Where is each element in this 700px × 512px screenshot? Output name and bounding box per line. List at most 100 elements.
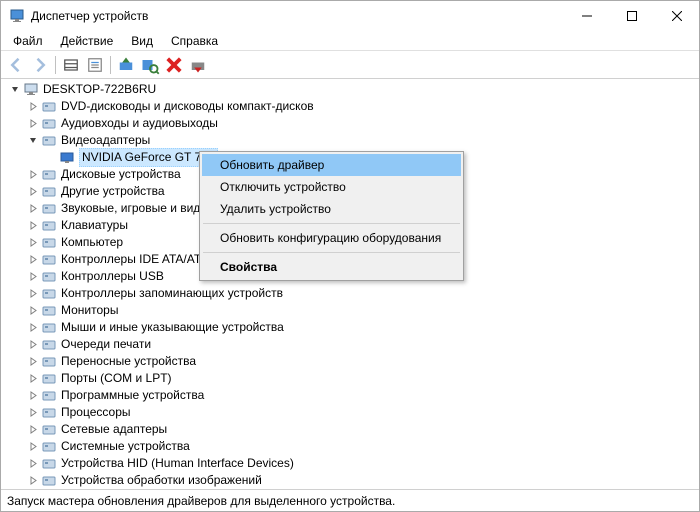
- chevron-right-icon[interactable]: [27, 441, 39, 453]
- device-category-icon: [41, 473, 57, 489]
- chevron-down-icon[interactable]: [27, 135, 39, 147]
- context-menu-item[interactable]: Удалить устройство: [202, 198, 461, 220]
- chevron-right-icon[interactable]: [27, 390, 39, 402]
- properties-button[interactable]: [84, 54, 106, 76]
- context-menu-item[interactable]: Обновить драйвер: [202, 154, 461, 176]
- scan-hardware-button[interactable]: [139, 54, 161, 76]
- device-category-icon: [41, 303, 57, 319]
- toolbar-separator: [55, 56, 56, 74]
- device-category-icon: [41, 269, 57, 285]
- maximize-button[interactable]: [609, 1, 654, 31]
- chevron-right-icon[interactable]: [27, 186, 39, 198]
- tree-category-label: DVD-дисководы и дисководы компакт-дисков: [61, 98, 314, 115]
- chevron-right-icon[interactable]: [27, 424, 39, 436]
- device-category-icon: [41, 218, 57, 234]
- device-category-icon: [41, 405, 57, 421]
- chevron-right-icon[interactable]: [27, 373, 39, 385]
- device-category-icon: [41, 235, 57, 251]
- chevron-right-icon[interactable]: [27, 254, 39, 266]
- device-category-icon: [41, 456, 57, 472]
- uninstall-button[interactable]: [163, 54, 185, 76]
- device-category-icon: [41, 99, 57, 115]
- tree-category[interactable]: Видеоадаптеры: [5, 132, 695, 149]
- tree-category-label: Контроллеры запоминающих устройств: [61, 285, 283, 302]
- tree-category-label: Другие устройства: [61, 183, 165, 200]
- chevron-right-icon[interactable]: [27, 169, 39, 181]
- tree-root[interactable]: DESKTOP-722B6RU: [5, 81, 695, 98]
- chevron-right-icon[interactable]: [27, 101, 39, 113]
- tree-category[interactable]: Системные устройства: [5, 438, 695, 455]
- tree-category[interactable]: Процессоры: [5, 404, 695, 421]
- device-category-icon: [41, 167, 57, 183]
- chevron-right-icon[interactable]: [27, 237, 39, 249]
- device-category-icon: [41, 320, 57, 336]
- menu-view[interactable]: Вид: [123, 32, 161, 50]
- device-category-icon: [41, 422, 57, 438]
- chevron-right-icon[interactable]: [27, 339, 39, 351]
- chevron-right-icon[interactable]: [27, 356, 39, 368]
- tree-category[interactable]: Очереди печати: [5, 336, 695, 353]
- tree-category-label: Компьютер: [61, 234, 123, 251]
- tree-category[interactable]: Программные устройства: [5, 387, 695, 404]
- tree-category-label: Мыши и иные указывающие устройства: [61, 319, 284, 336]
- tree-category-label: Сетевые адаптеры: [61, 421, 167, 438]
- device-category-icon: [41, 201, 57, 217]
- tree-category-label: Устройства обработки изображений: [61, 472, 262, 489]
- titlebar: Диспетчер устройств: [1, 1, 699, 31]
- tree-category-label: Переносные устройства: [61, 353, 196, 370]
- disable-button[interactable]: [187, 54, 209, 76]
- device-category-icon: [41, 116, 57, 132]
- device-tree[interactable]: DESKTOP-722B6RU DVD-дисководы и дисковод…: [1, 79, 699, 489]
- chevron-down-icon[interactable]: [9, 84, 21, 96]
- tree-device-label: NVIDIA GeForce GT 710: [79, 148, 218, 167]
- close-button[interactable]: [654, 1, 699, 31]
- device-category-icon: [41, 371, 57, 387]
- statusbar: Запуск мастера обновления драйверов для …: [1, 489, 699, 511]
- context-menu-item[interactable]: Обновить конфигурацию оборудования: [202, 227, 461, 249]
- chevron-right-icon[interactable]: [27, 407, 39, 419]
- tree-category[interactable]: Контроллеры запоминающих устройств: [5, 285, 695, 302]
- tree-category-label: Дисковые устройства: [61, 166, 181, 183]
- chevron-right-icon[interactable]: [27, 271, 39, 283]
- minimize-button[interactable]: [564, 1, 609, 31]
- tree-category[interactable]: Сетевые адаптеры: [5, 421, 695, 438]
- chevron-right-icon[interactable]: [27, 220, 39, 232]
- chevron-right-icon[interactable]: [27, 475, 39, 487]
- tree-category[interactable]: Устройства обработки изображений: [5, 472, 695, 489]
- tree-category-label: Программные устройства: [61, 387, 204, 404]
- device-category-icon: [41, 388, 57, 404]
- tree-category[interactable]: Мониторы: [5, 302, 695, 319]
- context-menu-separator: [203, 252, 460, 253]
- tree-category[interactable]: Порты (COM и LPT): [5, 370, 695, 387]
- device-category-icon: [41, 252, 57, 268]
- device-category-icon: [41, 439, 57, 455]
- tree-category-label: Контроллеры IDE ATA/AT/: [61, 251, 205, 268]
- tree-category-label: Контроллеры USB: [61, 268, 164, 285]
- device-category-icon: [41, 133, 57, 149]
- chevron-right-icon[interactable]: [27, 305, 39, 317]
- menu-file[interactable]: Файл: [5, 32, 51, 50]
- tree-category-label: Порты (COM и LPT): [61, 370, 172, 387]
- tree-category[interactable]: DVD-дисководы и дисководы компакт-дисков: [5, 98, 695, 115]
- chevron-right-icon[interactable]: [27, 203, 39, 215]
- menu-help[interactable]: Справка: [163, 32, 226, 50]
- app-icon: [9, 8, 25, 24]
- menu-action[interactable]: Действие: [53, 32, 122, 50]
- context-menu-separator: [203, 223, 460, 224]
- tree-category[interactable]: Устройства HID (Human Interface Devices): [5, 455, 695, 472]
- back-button: [5, 54, 27, 76]
- context-menu-item[interactable]: Свойства: [202, 256, 461, 278]
- tree-category[interactable]: Аудиовходы и аудиовыходы: [5, 115, 695, 132]
- tree-category-label: Видеоадаптеры: [61, 132, 150, 149]
- chevron-right-icon[interactable]: [27, 322, 39, 334]
- chevron-right-icon[interactable]: [27, 288, 39, 300]
- tree-category[interactable]: Переносные устройства: [5, 353, 695, 370]
- tree-category[interactable]: Мыши и иные указывающие устройства: [5, 319, 695, 336]
- chevron-right-icon[interactable]: [27, 458, 39, 470]
- expander-empty: [45, 152, 57, 164]
- show-hidden-button[interactable]: [60, 54, 82, 76]
- chevron-right-icon[interactable]: [27, 118, 39, 130]
- tree-category-label: Клавиатуры: [61, 217, 128, 234]
- context-menu-item[interactable]: Отключить устройство: [202, 176, 461, 198]
- update-driver-button[interactable]: [115, 54, 137, 76]
